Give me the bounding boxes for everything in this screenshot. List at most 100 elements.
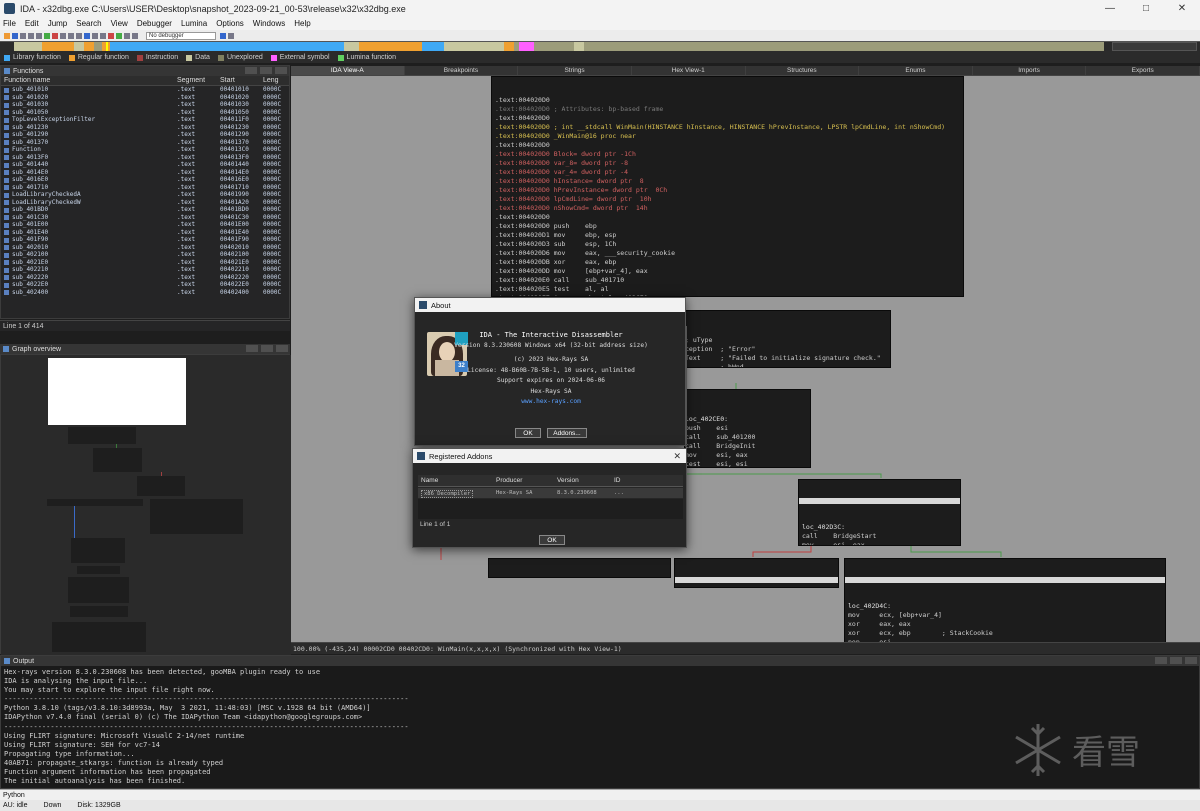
function-row[interactable]: sub_401E40 .text 00401E40 0000C [1,229,289,237]
breakpoint-icon[interactable] [108,32,114,39]
code-line[interactable]: ; hWnd [685,363,887,367]
data-icon[interactable] [52,32,58,39]
save-icon[interactable] [12,32,18,39]
function-row[interactable]: sub_402220 .text 00402220 0000C [1,274,289,282]
menu-view[interactable]: View [111,19,128,28]
graph-block-loc-402d4c[interactable]: loc_402D4C: mov ecx, [ebp+var_4] xor eax, … [844,558,1166,642]
graph-block-messagebox[interactable]: ; uType ception ; "Error" Text ; "Failed t… [684,310,891,368]
string-icon[interactable] [60,32,66,39]
function-row[interactable]: sub_401C30 .text 00401C30 0000C [1,214,289,222]
tab-hex-view-1[interactable]: Hex View-1 [631,66,746,75]
code-line[interactable]: .text:004020D1 mov ebp, esp [495,231,960,240]
col-segment[interactable]: Segment [177,77,205,84]
code-line[interactable]: .text:004020D0 ; int __stdcall WinMain(H… [495,123,960,132]
code-line[interactable]: .text:004020D0 nShowCmd= dword ptr 14h [495,204,960,213]
tab-structures[interactable]: Structures [745,66,860,75]
navigation-bar[interactable] [14,42,1104,51]
function-row[interactable]: sub_401710 .text 00401710 0000C [1,184,289,192]
pane-close-icon[interactable] [1185,657,1197,664]
graph-block-loc-402d3c[interactable]: loc_402D3C:call BridgeStartmov esi, eaxt… [798,479,961,546]
function-row[interactable]: sub_4013F0 .text 004013F0 0000C [1,154,289,162]
function-row[interactable]: sub_4022E0 .text 004022E0 0000C [1,281,289,289]
back-icon[interactable] [20,32,26,39]
col-name[interactable]: Name [421,477,438,484]
code-line[interactable]: mov ecx, [ebp+var_4] [848,611,1162,620]
overview-viewport[interactable] [48,358,186,425]
about-scrollbar[interactable] [685,326,687,444]
function-row[interactable]: sub_401290 .text 00401290 0000C [1,131,289,139]
code-line[interactable]: .text:004020D0 hInstance= dword ptr 8 [495,177,960,186]
function-row[interactable]: sub_401BD0 .text 00401BD0 0000C [1,206,289,214]
graph-block-push-7ff[interactable]: push 7FFh ; "s"; u32D [488,558,671,578]
code-line[interactable]: mov esi, eax [802,541,957,545]
code-line[interactable]: xor ecx, ebp ; StackCookie [848,629,1162,638]
pane-close-icon[interactable] [276,345,288,352]
tab-breakpoints[interactable]: Breakpoints [404,66,519,75]
code-line[interactable]: .text:004020D0 push ebp [495,222,960,231]
code-line[interactable]: push esi [685,424,807,433]
stop-icon[interactable] [132,32,138,39]
code-line[interactable]: loc_402D4C: [848,602,1162,611]
addon-row[interactable]: x86 Decompiler Hex-Rays SA 8.3.0.230608 … [418,488,683,498]
python-prompt[interactable]: Python [0,789,1200,800]
menu-lumina[interactable]: Lumina [181,19,207,28]
col-version[interactable]: Version [557,477,579,484]
menu-edit[interactable]: Edit [25,19,39,28]
code-line[interactable]: .text:004020D3 sub esp, 1Ch [495,240,960,249]
code-line[interactable]: call BridgeStart [802,532,957,541]
graph-overview-canvas[interactable] [0,354,291,655]
function-row[interactable]: sub_402100 .text 00402100 0000C [1,251,289,259]
code-line[interactable]: Text ; "Failed to initialize signature c… [685,354,887,363]
col-producer[interactable]: Producer [496,477,522,484]
code-line[interactable]: mov esi, eax [685,451,807,460]
navigation-options[interactable] [1112,42,1197,51]
menu-options[interactable]: Options [216,19,244,28]
code-line[interactable]: .text:004020D0 var_8= dword ptr -8 [495,159,960,168]
tab-ida-view-a[interactable]: IDA View-A [291,66,405,75]
search-icon[interactable] [36,32,42,39]
forward-icon[interactable] [28,32,34,39]
menu-windows[interactable]: Windows [253,19,285,28]
function-row[interactable]: sub_402210 .text 00402210 0000C [1,266,289,274]
code-line[interactable]: .text:004020D0 [495,213,960,222]
code-line[interactable]: call BridgeInit [685,442,807,451]
code-line[interactable]: .text:004020D0 hPrevInstance= dword ptr … [495,186,960,195]
code-line[interactable]: .text:004020D0 [495,114,960,123]
function-row[interactable]: sub_4021E0 .text 004021E0 0000C [1,259,289,267]
code-line[interactable]: ception ; "Error" [685,345,887,354]
pause-icon[interactable] [124,32,130,39]
function-row[interactable]: sub_401F90 .text 00401F90 0000C [1,236,289,244]
function-row[interactable]: sub_401370 .text 00401370 0000C [1,139,289,147]
menu-search[interactable]: Search [76,19,101,28]
menu-help[interactable]: Help [294,19,310,28]
col-length[interactable]: Leng [263,77,279,84]
code-line[interactable]: xor eax, eax [848,620,1162,629]
code-line[interactable]: loc_402CE0: [685,415,807,424]
code-line[interactable]: .text:004020DD mov [ebp+var_4], eax [495,267,960,276]
code-line[interactable]: .text:004020D0 var_4= dword ptr -4 [495,168,960,177]
minimize-button[interactable]: — [1092,0,1128,17]
maximize-button[interactable]: □ [1128,0,1164,17]
pane-float-icon[interactable] [261,345,273,352]
undefine-icon[interactable] [76,32,82,39]
function-row[interactable]: LoadLibraryCheckedA .text 00401990 0000C [1,191,289,199]
menu-debugger[interactable]: Debugger [137,19,172,28]
code-line[interactable]: call sub_401200 [685,433,807,442]
function-row[interactable]: sub_4014E0 .text 004014E0 0000C [1,169,289,177]
code-line[interactable]: .text:004020E0 call sub_401710 [495,276,960,285]
close-icon[interactable]: ✕ [673,451,681,462]
function-row[interactable]: sub_401020 .text 00401020 0000C [1,94,289,102]
function-row[interactable]: Function .text 004013C0 0000C [1,146,289,154]
graph-icon[interactable] [92,32,98,39]
function-row[interactable]: sub_402010 .text 00402010 0000C [1,244,289,252]
code-line[interactable]: .text:004020D0 [495,141,960,150]
code-line[interactable]: .text:004020D0 Block= dword ptr -1Ch [495,150,960,159]
code-line[interactable]: .text:004020D0 [495,96,960,105]
code-icon[interactable] [44,32,50,39]
lumina-icon[interactable] [220,32,226,39]
registered-ok-button[interactable]: OK [539,535,565,545]
code-line[interactable]: ; uType [685,336,887,345]
menu-file[interactable]: File [3,19,16,28]
code-line[interactable]: test esi, esi [685,460,807,467]
function-row[interactable]: sub_401440 .text 00401440 0000C [1,161,289,169]
